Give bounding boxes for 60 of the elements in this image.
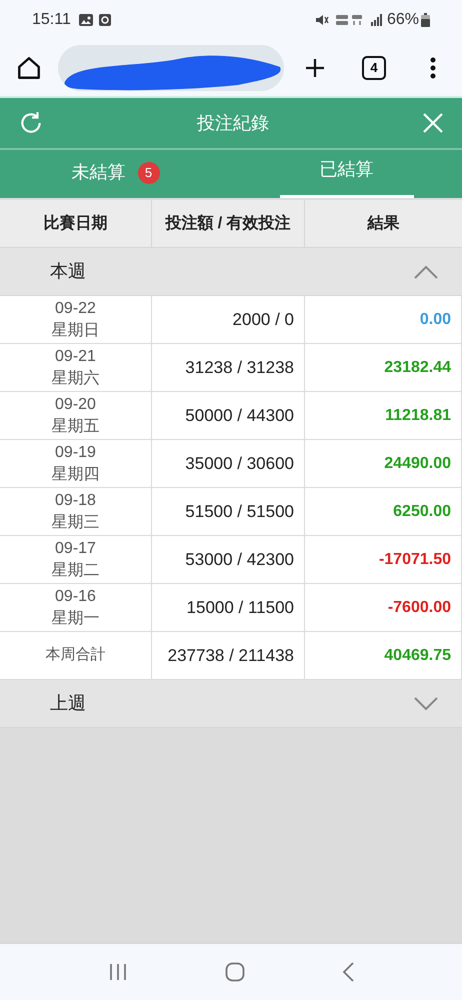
date-text: 09-21 (55, 346, 96, 366)
date-text: 09-17 (55, 538, 96, 558)
home-icon[interactable] (16, 55, 42, 81)
chevron-up-icon[interactable] (414, 264, 438, 278)
date-text: 09-19 (55, 442, 96, 462)
column-header: 投注額 / 有效投注 (152, 200, 305, 247)
column-header: 結果 (366, 214, 400, 234)
new-tab-icon[interactable] (304, 57, 326, 79)
total-label: 本周合計 (0, 632, 152, 680)
chevron-down-icon[interactable] (414, 696, 438, 710)
amount-cell: 50000 / 44300 (152, 392, 305, 440)
result-cell: 6250.00 (305, 488, 462, 536)
result-cell: 0.00 (305, 296, 462, 344)
amount-cell: 35000 / 30600 (152, 440, 305, 488)
result-cell: 23182.44 (305, 344, 462, 392)
date-text: 09-16 (55, 586, 96, 606)
amount-cell: 51500 / 51500 (152, 488, 305, 536)
result-cell: 24490.00 (305, 440, 462, 488)
date-text: 09-18 (55, 490, 96, 510)
date-text: 09-20 (55, 394, 96, 414)
weekday-text: 星期日 (52, 320, 100, 340)
amount-cell: 31238 / 31238 (152, 344, 305, 392)
clock-icon (98, 14, 111, 26)
tab-count-button[interactable]: 4 (362, 56, 386, 80)
image-icon (78, 14, 93, 26)
weekday-text: 星期二 (52, 560, 100, 580)
amount-cell: 15000 / 11500 (152, 584, 305, 632)
section-header[interactable]: 本週 (0, 248, 462, 296)
close-icon[interactable] (422, 112, 444, 134)
mute-icon (314, 14, 329, 26)
weekday-text: 星期五 (52, 416, 100, 436)
battery-percentage: 66% (386, 10, 419, 30)
amount-cell: 53000 / 42300 (152, 536, 305, 584)
back-icon[interactable] (342, 962, 354, 982)
result-cell: 40469.75 (305, 632, 462, 680)
recent-apps-icon[interactable] (108, 963, 128, 981)
section-label: 上週 (50, 692, 86, 715)
section-label: 本週 (50, 260, 86, 283)
weekday-text: 星期三 (52, 512, 100, 532)
weekday-text: 星期四 (52, 464, 100, 484)
result-cell: -17071.50 (305, 536, 462, 584)
signal-icon (370, 14, 383, 26)
result-cell: -7600.00 (305, 584, 462, 632)
page-title: 投注紀錄 (197, 112, 269, 134)
address-bar[interactable] (58, 45, 284, 91)
amount-cell: 237738 / 211438 (152, 632, 305, 680)
amount-cell: 2000 / 0 (152, 296, 305, 344)
result-cell: 11218.81 (305, 392, 462, 440)
column-header: 比賽日期 (0, 200, 152, 247)
date-text: 09-22 (55, 298, 96, 318)
section-header[interactable]: 上週 (0, 680, 462, 728)
weekday-text: 星期六 (52, 368, 100, 388)
network-icon (334, 14, 365, 26)
tab[interactable]: 未結算 5 (32, 150, 200, 198)
status-time: 15:11 (32, 10, 71, 30)
battery-icon (421, 13, 430, 27)
count-badge: 5 (138, 162, 160, 184)
more-menu-icon[interactable] (430, 57, 436, 79)
home-button-icon[interactable] (224, 962, 245, 982)
weekday-text: 星期一 (52, 608, 100, 628)
